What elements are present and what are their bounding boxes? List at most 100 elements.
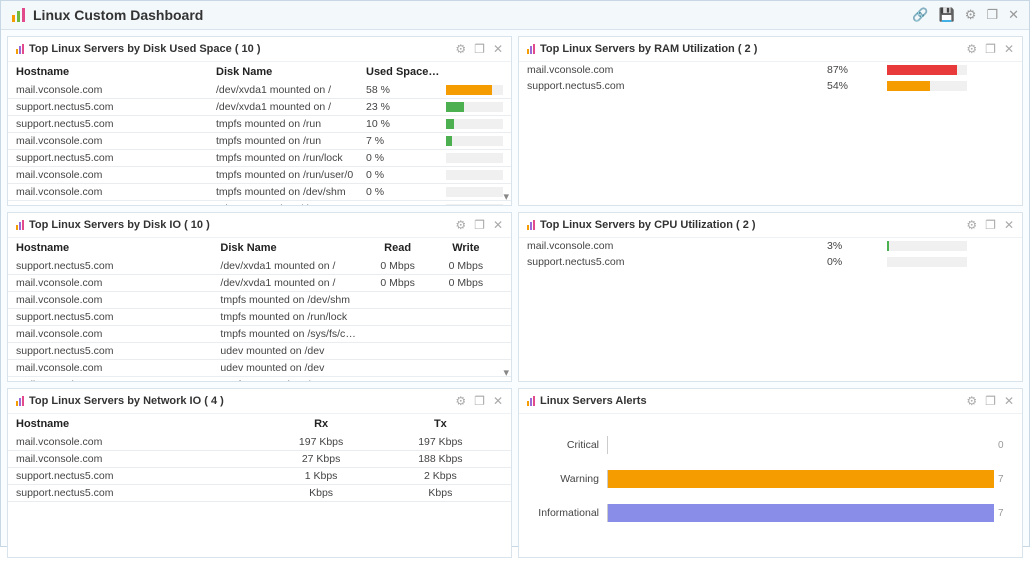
used-bar: [446, 102, 503, 112]
chart-logo-icon: [11, 7, 27, 23]
table-row[interactable]: mail.vconsole.comtmpfs mounted on /dev/s…: [8, 292, 511, 309]
gear-icon[interactable]: ⚙: [455, 42, 466, 56]
table-row[interactable]: support.nectus5.com54%: [519, 78, 1022, 94]
table-row[interactable]: support.nectus5.com/dev/xvda1 mounted on…: [8, 99, 511, 116]
widget-body[interactable]: Hostname Rx Tx mail.vconsole.com197 Kbps…: [8, 414, 511, 557]
diskname-cell: tmpfs mounted on /sys/fs/cgroup: [220, 328, 366, 340]
pct-bar: [887, 81, 1014, 91]
hostname-cell: support.nectus5.com: [16, 345, 220, 357]
used-bar: [446, 170, 503, 180]
hostname-cell: mail.vconsole.com: [16, 436, 264, 448]
scroll-down-icon[interactable]: ▾: [503, 190, 509, 203]
col-used: Used Space (%): [366, 66, 446, 78]
hostname-cell: mail.vconsole.com: [16, 362, 220, 374]
widget-net-io: Top Linux Servers by Network IO ( 4 ) ⚙ …: [7, 388, 512, 558]
table-row[interactable]: mail.vconsole.com/dev/xvda1 mounted on /…: [8, 82, 511, 99]
close-icon[interactable]: ✕: [1004, 218, 1014, 232]
alert-row-informational[interactable]: Informational7: [519, 496, 1022, 530]
used-cell: 7 %: [366, 135, 446, 147]
used-bar: [446, 136, 503, 146]
col-diskname: Disk Name: [216, 66, 366, 78]
hostname-cell: mail.vconsole.com: [16, 169, 216, 181]
table-row[interactable]: mail.vconsole.com3%: [519, 238, 1022, 254]
hostname-cell: support.nectus5.com: [16, 118, 216, 130]
bar-icon: [16, 44, 24, 54]
table-row[interactable]: support.nectus5.comtmpfs mounted on /run…: [8, 116, 511, 133]
save-icon[interactable]: 💾: [939, 7, 955, 23]
alert-label: Informational: [527, 507, 607, 519]
col-diskname: Disk Name: [220, 242, 366, 254]
alert-row-warning[interactable]: Warning7: [519, 462, 1022, 496]
write-cell: 0 Mbps: [435, 277, 503, 289]
widget-body[interactable]: Hostname Disk Name Read Write support.ne…: [8, 238, 511, 381]
dashboard-window: Linux Custom Dashboard 🔗 💾 ⚙ ❐ ✕ Top Lin…: [0, 0, 1030, 547]
popout-icon[interactable]: ❐: [985, 394, 996, 408]
hostname-cell: mail.vconsole.com: [16, 294, 220, 306]
table-row[interactable]: mail.vconsole.comudev mounted on /dev: [8, 360, 511, 377]
header-actions: 🔗 💾 ⚙ ❐ ✕: [912, 7, 1019, 23]
table-row[interactable]: mail.vconsole.comtmpfs mounted on /dev/s…: [8, 184, 511, 201]
table-row[interactable]: mail.vconsole.comtmpfs mounted on /run7 …: [8, 133, 511, 150]
rx-cell: 1 Kbps: [264, 470, 383, 482]
hostname-cell: mail.vconsole.com: [16, 277, 220, 289]
widget-alerts: Linux Servers Alerts ⚙ ❐ ✕ Critical0Warn…: [518, 388, 1023, 558]
popout-icon[interactable]: ❐: [985, 42, 996, 56]
scroll-down-icon[interactable]: ▾: [503, 366, 509, 379]
alert-label: Critical: [527, 439, 607, 451]
table-row[interactable]: mail.vconsole.com27 Kbps188 Kbps: [8, 451, 511, 468]
widget-body[interactable]: Hostname Disk Name Used Space (%) mail.v…: [8, 62, 511, 205]
col-rx: Rx: [264, 418, 383, 430]
pct-bar: [887, 241, 1014, 251]
popout-icon[interactable]: ❐: [474, 42, 485, 56]
widget-body[interactable]: mail.vconsole.com87%support.nectus5.com5…: [519, 62, 1022, 205]
alert-count: 7: [994, 474, 1014, 485]
gear-icon[interactable]: ⚙: [966, 218, 977, 232]
diskname-cell: /dev/xvda1 mounted on /: [220, 260, 366, 272]
close-icon[interactable]: ✕: [1008, 7, 1019, 23]
table-row[interactable]: support.nectus5.com0%: [519, 254, 1022, 270]
table-row[interactable]: mail.vconsole.com/dev/xvda1 mounted on /…: [8, 275, 511, 292]
gear-icon[interactable]: ⚙: [455, 394, 466, 408]
link-icon[interactable]: 🔗: [912, 7, 928, 23]
diskname-cell: tmpfs mounted on /run/user/0: [216, 169, 366, 181]
table-row[interactable]: support.nectus5.comudev mounted on /dev: [8, 343, 511, 360]
popout-icon[interactable]: ❐: [986, 7, 998, 23]
close-icon[interactable]: ✕: [493, 394, 503, 408]
table-row[interactable]: support.nectus5.comudev mounted on /dev0…: [8, 201, 511, 205]
close-icon[interactable]: ✕: [493, 42, 503, 56]
diskname-cell: tmpfs mounted on /run: [216, 118, 366, 130]
table-row[interactable]: support.nectus5.comtmpfs mounted on /run…: [8, 150, 511, 167]
table-row[interactable]: mail.vconsole.comtmpfs mounted on /run: [8, 377, 511, 381]
popout-icon[interactable]: ❐: [474, 218, 485, 232]
popout-icon[interactable]: ❐: [474, 394, 485, 408]
popout-icon[interactable]: ❐: [985, 218, 996, 232]
gear-icon[interactable]: ⚙: [455, 218, 466, 232]
table-row[interactable]: support.nectus5.comtmpfs mounted on /run…: [8, 309, 511, 326]
table-row[interactable]: support.nectus5.com1 Kbps2 Kbps: [8, 468, 511, 485]
gear-icon[interactable]: ⚙: [966, 42, 977, 56]
close-icon[interactable]: ✕: [493, 218, 503, 232]
diskname-cell: tmpfs mounted on /dev/shm: [220, 294, 366, 306]
table-row[interactable]: support.nectus5.com Kbps Kbps: [8, 485, 511, 502]
table-row[interactable]: mail.vconsole.comtmpfs mounted on /run/u…: [8, 167, 511, 184]
widget-body[interactable]: Critical0Warning7Informational7: [519, 414, 1022, 557]
alert-row-critical[interactable]: Critical0: [519, 428, 1022, 462]
close-icon[interactable]: ✕: [1004, 394, 1014, 408]
used-cell: 0 %: [366, 152, 446, 164]
table-row[interactable]: mail.vconsole.comtmpfs mounted on /sys/f…: [8, 326, 511, 343]
table-row[interactable]: mail.vconsole.com87%: [519, 62, 1022, 78]
tx-cell: Kbps: [384, 487, 503, 499]
widget-body[interactable]: mail.vconsole.com3%support.nectus5.com0%: [519, 238, 1022, 381]
diskname-cell: tmpfs mounted on /run: [220, 379, 366, 381]
gear-icon[interactable]: ⚙: [966, 394, 977, 408]
hostname-cell: support.nectus5.com: [16, 311, 220, 323]
hostname-cell: support.nectus5.com: [16, 260, 220, 272]
close-icon[interactable]: ✕: [1004, 42, 1014, 56]
hostname-cell: mail.vconsole.com: [16, 186, 216, 198]
widget-title: Top Linux Servers by RAM Utilization ( 2…: [540, 43, 966, 55]
page-title: Linux Custom Dashboard: [33, 7, 912, 23]
used-cell: 58 %: [366, 84, 446, 96]
gear-icon[interactable]: ⚙: [965, 7, 977, 23]
table-row[interactable]: support.nectus5.com/dev/xvda1 mounted on…: [8, 258, 511, 275]
table-row[interactable]: mail.vconsole.com197 Kbps197 Kbps: [8, 434, 511, 451]
